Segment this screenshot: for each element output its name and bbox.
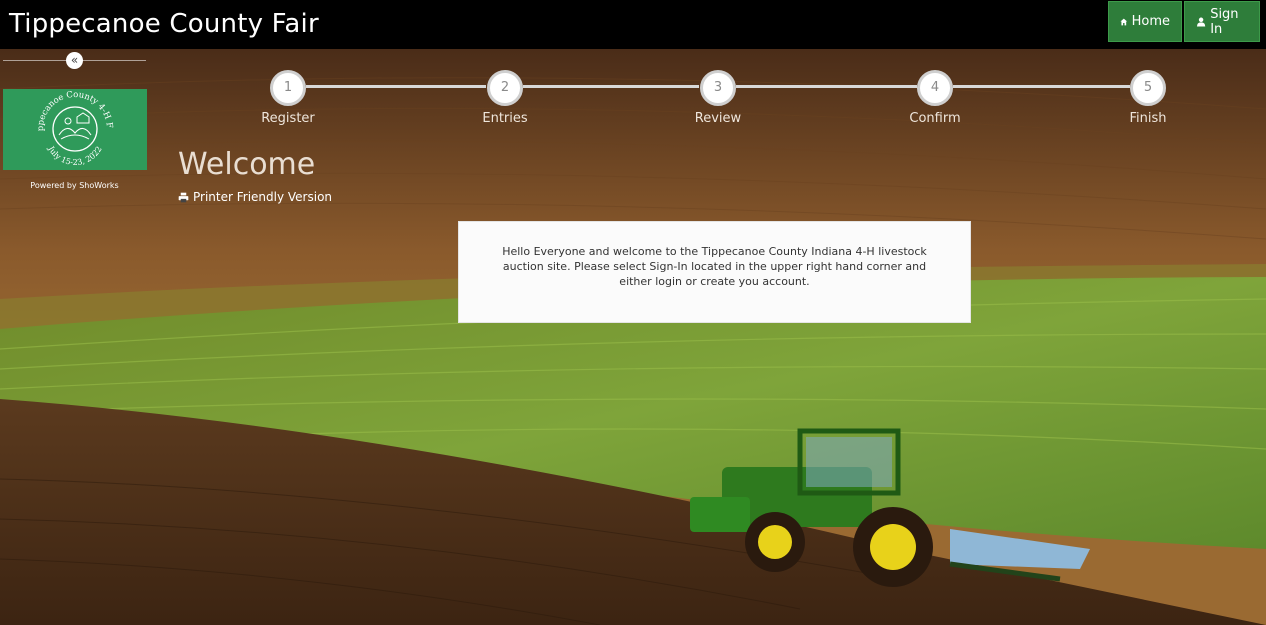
top-navbar: Tippecanoe County Fair Home Sign In bbox=[0, 0, 1266, 49]
logo-text-bottom: July 15-23, 2022 bbox=[46, 144, 104, 167]
sign-in-label: Sign In bbox=[1210, 6, 1239, 37]
step-3-label[interactable]: Review bbox=[658, 111, 778, 126]
step-5-label[interactable]: Finish bbox=[1088, 111, 1208, 126]
sign-in-button[interactable]: Sign In bbox=[1184, 1, 1260, 42]
home-label: Home bbox=[1131, 14, 1170, 29]
home-icon bbox=[1120, 18, 1128, 25]
step-connector bbox=[523, 85, 699, 88]
background-photo-fields bbox=[0, 49, 1266, 625]
page-title: Welcome bbox=[178, 147, 316, 182]
site-title[interactable]: Tippecanoe County Fair bbox=[9, 9, 319, 39]
fair-logo[interactable]: Tippecanoe County 4-H Fair July 15-23, 2… bbox=[3, 89, 147, 170]
welcome-message-box: Hello Everyone and welcome to the Tippec… bbox=[458, 221, 971, 323]
step-1-circle[interactable]: 1 bbox=[270, 70, 306, 106]
svg-text:Tippecanoe County 4-H Fair: Tippecanoe County 4-H Fair bbox=[3, 89, 114, 131]
step-4-label[interactable]: Confirm bbox=[875, 111, 995, 126]
step-2-circle[interactable]: 2 bbox=[487, 70, 523, 106]
logo-text-top: Tippecanoe County 4-H Fair bbox=[3, 89, 114, 131]
sidebar-collapse-button[interactable]: « bbox=[66, 52, 83, 69]
printer-friendly-label: Printer Friendly Version bbox=[193, 190, 333, 204]
printer-icon bbox=[178, 192, 189, 202]
welcome-message: Hello Everyone and welcome to the Tippec… bbox=[502, 245, 927, 288]
printer-friendly-link[interactable]: Printer Friendly Version bbox=[178, 190, 332, 204]
step-connector bbox=[953, 85, 1130, 88]
powered-by-label: Powered by ShoWorks bbox=[30, 181, 119, 190]
step-2-label[interactable]: Entries bbox=[445, 111, 565, 126]
step-3-circle[interactable]: 3 bbox=[700, 70, 736, 106]
step-5-circle[interactable]: 5 bbox=[1130, 70, 1166, 106]
step-1-label[interactable]: Register bbox=[228, 111, 348, 126]
step-connector bbox=[306, 85, 486, 88]
step-4-circle[interactable]: 4 bbox=[917, 70, 953, 106]
home-button[interactable]: Home bbox=[1108, 1, 1182, 42]
svg-text:July 15-23, 2022: July 15-23, 2022 bbox=[46, 144, 104, 167]
step-connector bbox=[736, 85, 917, 88]
user-icon bbox=[1196, 17, 1206, 26]
